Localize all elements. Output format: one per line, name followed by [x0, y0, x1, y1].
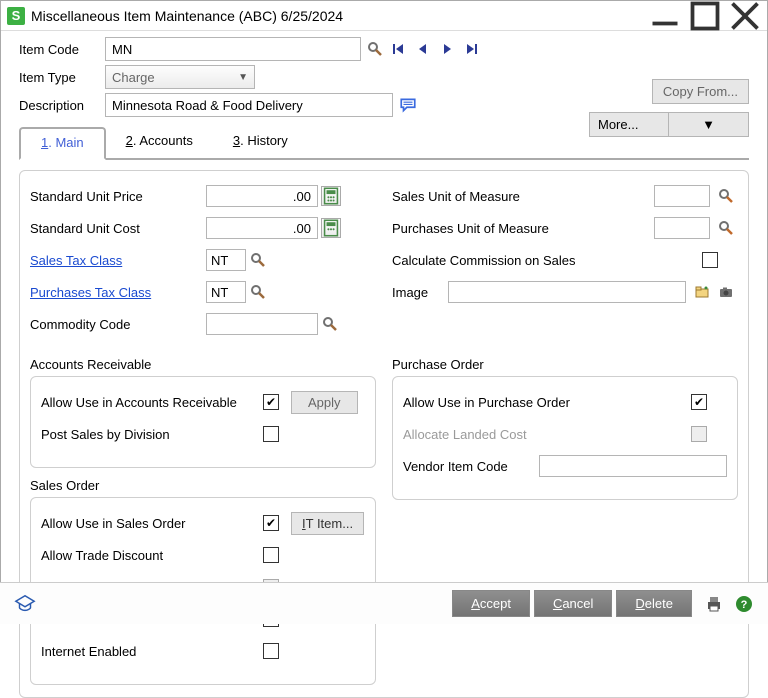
prev-record-icon[interactable] [413, 39, 433, 59]
po-vendor-item-label: Vendor Item Code [403, 459, 539, 474]
image-label: Image [392, 285, 448, 300]
sales-tax-class-link[interactable]: Sales Tax Class [30, 253, 122, 268]
std-unit-price-label: Standard Unit Price [30, 189, 206, 204]
po-allow-label: Allow Use in Purchase Order [403, 395, 691, 410]
camera-icon[interactable] [716, 282, 736, 302]
so-internet-checkbox[interactable] [263, 643, 279, 659]
window-title: Miscellaneous Item Maintenance (ABC) 6/2… [31, 8, 645, 24]
ar-panel: Allow Use in Accounts Receivable Apply P… [30, 376, 376, 468]
calc-commission-label: Calculate Commission on Sales [392, 253, 702, 268]
copy-from-button[interactable]: Copy From... [652, 79, 749, 104]
so-internet-label: Internet Enabled [41, 644, 263, 659]
ar-allow-checkbox[interactable] [263, 394, 279, 410]
cancel-button[interactable]: Cancel [534, 590, 612, 617]
po-allow-checkbox[interactable] [691, 394, 707, 410]
image-input[interactable] [448, 281, 686, 303]
apply-button[interactable]: Apply [291, 391, 358, 414]
next-record-icon[interactable] [437, 39, 457, 59]
search-icon[interactable] [716, 186, 736, 206]
purchases-uom-input[interactable] [654, 217, 710, 239]
search-icon[interactable] [365, 39, 385, 59]
commodity-code-input[interactable] [206, 313, 318, 335]
po-allocate-checkbox [691, 426, 707, 442]
po-group-title: Purchase Order [392, 357, 738, 372]
close-button[interactable] [725, 2, 765, 30]
calculator-icon[interactable] [321, 218, 341, 238]
search-icon[interactable] [248, 282, 268, 302]
tab-accounts[interactable]: 2. Accounts [106, 127, 213, 158]
std-unit-cost-input[interactable] [206, 217, 318, 239]
purchases-uom-label: Purchases Unit of Measure [392, 221, 654, 236]
title-bar: S Miscellaneous Item Maintenance (ABC) 6… [1, 1, 767, 31]
tab-main[interactable]: 1. Main [19, 127, 106, 160]
comment-icon[interactable] [399, 96, 417, 114]
item-type-dropdown[interactable]: Charge ▼ [105, 65, 255, 89]
so-group-title: Sales Order [30, 478, 376, 493]
item-code-input[interactable] [105, 37, 361, 61]
education-icon[interactable] [14, 593, 36, 615]
ar-group-title: Accounts Receivable [30, 357, 376, 372]
main-left-column: Standard Unit Price Standard Unit Cost S… [30, 183, 376, 343]
search-icon[interactable] [320, 314, 340, 334]
search-icon[interactable] [248, 250, 268, 270]
search-icon[interactable] [716, 218, 736, 238]
so-allow-label: Allow Use in Sales Order [41, 516, 263, 531]
description-input[interactable] [105, 93, 393, 117]
std-unit-cost-label: Standard Unit Cost [30, 221, 206, 236]
purchases-tax-class-input[interactable] [206, 281, 246, 303]
so-allow-checkbox[interactable] [263, 515, 279, 531]
print-icon[interactable] [704, 594, 724, 614]
item-type-value: Charge [112, 70, 155, 85]
tab-strip: 1. Main 2. Accounts 3. History [19, 127, 749, 160]
help-icon[interactable]: ? [734, 594, 754, 614]
it-item-button[interactable]: IT Item... [291, 512, 364, 535]
minimize-button[interactable] [645, 2, 685, 30]
purchases-tax-class-link[interactable]: Purchases Tax Class [30, 285, 151, 300]
chevron-down-icon: ▼ [238, 72, 248, 83]
sales-tax-class-input[interactable] [206, 249, 246, 271]
folder-open-icon[interactable] [692, 282, 712, 302]
so-trade-checkbox[interactable] [263, 547, 279, 563]
app-icon: S [7, 7, 25, 25]
calc-commission-checkbox[interactable] [702, 252, 718, 268]
maximize-button[interactable] [685, 2, 725, 30]
item-type-label: Item Type [19, 70, 105, 85]
last-record-icon[interactable] [461, 39, 481, 59]
sales-uom-label: Sales Unit of Measure [392, 189, 654, 204]
sales-uom-input[interactable] [654, 185, 710, 207]
po-vendor-item-input[interactable] [539, 455, 727, 477]
commodity-code-label: Commodity Code [30, 317, 206, 332]
so-trade-label: Allow Trade Discount [41, 548, 263, 563]
accept-button[interactable]: Accept [452, 590, 530, 617]
first-record-icon[interactable] [389, 39, 409, 59]
delete-button[interactable]: Delete [616, 590, 692, 617]
main-right-column: Sales Unit of Measure Purchases Unit of … [392, 183, 738, 343]
tab-history[interactable]: 3. History [213, 127, 308, 158]
po-allocate-label: Allocate Landed Cost [403, 427, 691, 442]
std-unit-price-input[interactable] [206, 185, 318, 207]
ar-post-sales-checkbox[interactable] [263, 426, 279, 442]
ar-allow-label: Allow Use in Accounts Receivable [41, 395, 263, 410]
item-code-label: Item Code [19, 42, 105, 57]
svg-text:?: ? [741, 599, 748, 611]
calculator-icon[interactable] [321, 186, 341, 206]
po-panel: Allow Use in Purchase Order Allocate Lan… [392, 376, 738, 500]
footer-bar: Accept Cancel Delete ? [0, 582, 768, 624]
description-label: Description [19, 98, 105, 113]
ar-post-sales-label: Post Sales by Division [41, 427, 263, 442]
